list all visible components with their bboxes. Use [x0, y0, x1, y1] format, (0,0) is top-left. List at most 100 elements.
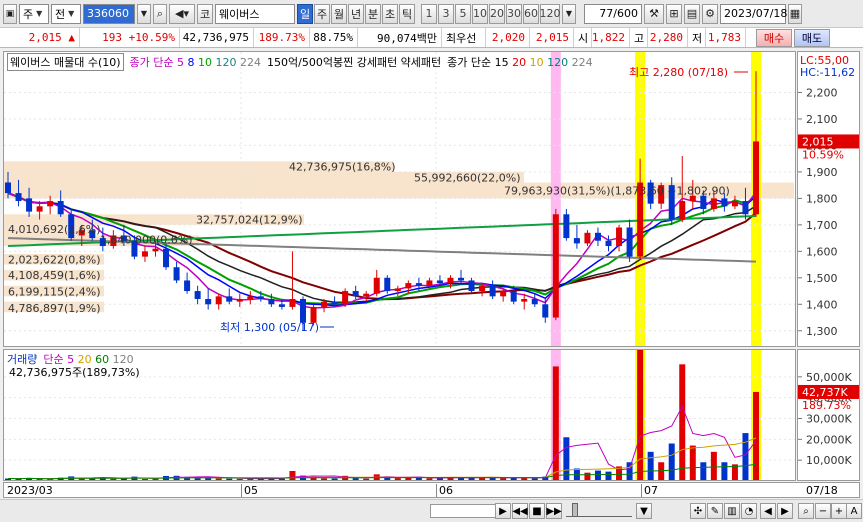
pattern-legend[interactable]: 150억/500억봉찐 강세패턴 약세패턴	[267, 54, 441, 70]
ma-label: 종가 단순	[129, 56, 174, 69]
volume-tick-label: 20,000K	[806, 433, 852, 446]
volume-bar	[689, 445, 696, 480]
count-input[interactable]: 77/600	[584, 3, 642, 24]
interval-button-1[interactable]: 3	[438, 3, 454, 24]
indicator-icon[interactable]: ⚒	[644, 3, 664, 24]
x-label-jul: 07	[641, 484, 658, 497]
search-icon[interactable]: ⌕	[798, 503, 814, 519]
candle-body	[278, 304, 285, 307]
candle-body	[710, 198, 717, 209]
volume-profile-label: 4,786,897(1,9%)	[8, 302, 101, 315]
font-size-icon[interactable]: A	[846, 503, 862, 519]
date-input[interactable]: 2023/07/18	[720, 3, 787, 24]
zoom-slider-handle[interactable]	[572, 503, 578, 517]
pin-icon[interactable]: ◔	[741, 503, 757, 519]
stock-name-field[interactable]: 웨이버스	[215, 3, 295, 24]
crosshair-icon[interactable]: ✣	[690, 503, 706, 519]
volume-bar	[47, 479, 54, 480]
save-icon[interactable]: ▤	[684, 3, 700, 24]
candle-body	[394, 288, 401, 292]
period-tab-1[interactable]: 주	[314, 3, 330, 24]
volume-bar	[668, 443, 675, 480]
volume-bar	[647, 451, 654, 480]
sell-button[interactable]: 매도	[794, 28, 830, 47]
period-tab-5[interactable]: 초	[382, 3, 398, 24]
high-price: 2,280	[648, 28, 688, 47]
interval-button-6[interactable]: 60	[523, 3, 539, 24]
volume-profile-label: 32,757,024(12,9%)	[196, 214, 303, 227]
volume-bar	[552, 366, 559, 480]
interval-button-4[interactable]: 20	[489, 3, 505, 24]
buy-button[interactable]: 매수	[756, 28, 792, 47]
candle-body	[605, 240, 612, 247]
price-chart-pane[interactable]: 42,736,975(16,8%) 55,992,660(22,0%) 79,963…	[3, 51, 796, 347]
interval-button-2[interactable]: 5	[455, 3, 471, 24]
volume-chart-pane[interactable]: 거래량 단순 5 20 60 120 42,736,975주(189,73%)	[3, 349, 796, 481]
price-tick-label: 1,900	[806, 166, 838, 179]
ma-legend[interactable]: 종가 단순 5 8 10 120 224	[130, 54, 261, 70]
volume-profile-label: 42,736,975(16,8%)	[289, 161, 396, 174]
volume-axis-svg: 50,000K40,000K30,000K20,000K10,000K42,73…	[798, 371, 859, 467]
stop-icon[interactable]: ■	[529, 503, 545, 519]
period-tab-3[interactable]: 년	[348, 3, 364, 24]
stock-prefix[interactable]: 코	[197, 3, 213, 24]
sound-icon[interactable]: ◀▾	[169, 3, 195, 24]
candle-body	[742, 201, 749, 215]
forward-icon[interactable]: ▶▶	[546, 503, 562, 519]
period-tab-2[interactable]: 월	[331, 3, 347, 24]
interval-button-0[interactable]: 1	[421, 3, 437, 24]
calendar-icon[interactable]: ▦	[788, 3, 802, 24]
candle-body	[700, 195, 707, 209]
candle-body	[47, 201, 54, 207]
candle-body	[552, 214, 559, 318]
zoom-out-icon[interactable]: −	[815, 503, 831, 519]
interval-button-7[interactable]: 120	[540, 3, 561, 24]
market-select[interactable]: 주 ▼	[19, 3, 49, 24]
hc-label: HC:-11,62	[800, 66, 855, 79]
high-annotation: 최고 2,280 (07/18)	[629, 66, 728, 79]
period-tab-4[interactable]: 분	[365, 3, 381, 24]
volume-bar	[479, 477, 486, 480]
interval-button-5[interactable]: 30	[506, 3, 522, 24]
volume-bar	[626, 462, 633, 480]
period-tab-0[interactable]: 일	[297, 3, 313, 24]
volume-profile-label: 55,992,660(22,0%)	[414, 172, 521, 185]
price-axis[interactable]: LC:55,00HC:-11,622,2002,1002,0001,9001,8…	[797, 51, 860, 347]
candle-body	[331, 301, 338, 305]
price-chart-svg: 42,736,975(16,8%) 55,992,660(22,0%)79,963…	[4, 52, 795, 346]
candle-body	[415, 283, 422, 286]
period-tab-6[interactable]: 틱	[399, 3, 415, 24]
volume-axis[interactable]: 50,000K40,000K30,000K20,000K10,000K42,73…	[797, 349, 860, 481]
stock-code-input[interactable]: 336060	[83, 3, 135, 24]
drawing-icon[interactable]: ✎	[707, 503, 723, 519]
scroll-right-icon[interactable]: ▶	[777, 503, 793, 519]
chart-type-icon[interactable]: ▥	[724, 503, 740, 519]
panel-toggle-icon[interactable]: ▣	[3, 3, 17, 24]
grid-icon[interactable]: ⊞	[666, 3, 682, 24]
legend-title[interactable]: 웨이버스 매물대 수(10)	[7, 53, 124, 71]
scroll-left-icon[interactable]: ◀	[760, 503, 776, 519]
best-ask: 2,020	[486, 28, 530, 47]
search-icon[interactable]: ⌕	[153, 3, 167, 24]
current-price-label: 2,015	[802, 135, 834, 148]
rewind-icon[interactable]: ◀◀	[512, 503, 528, 519]
zoom-in-icon[interactable]: +	[831, 503, 847, 519]
ma15-legend[interactable]: 종가 단순 15 20 10 120 224	[447, 54, 592, 70]
type-select[interactable]: 전 ▼	[51, 3, 81, 24]
market-value: 주	[23, 7, 34, 21]
interval-dropdown-button[interactable]: ▼	[562, 3, 576, 24]
candle-body	[257, 296, 264, 299]
volume-bar	[363, 478, 370, 480]
candle-body	[36, 206, 43, 212]
interval-button-3[interactable]: 10	[472, 3, 488, 24]
priority-label: 최우선	[442, 28, 486, 47]
scroll-right-icon[interactable]: ▶	[495, 503, 511, 519]
candle-body	[405, 283, 412, 289]
bottom-controls: ▶ ◀◀ ■ ▶▶ ▼ ✣ ✎ ▥ ◔ ◀ ▶ ⌕ − + A	[0, 499, 863, 522]
volume-bar	[205, 477, 212, 480]
gear-icon[interactable]: ⚙	[702, 3, 718, 24]
code-dropdown-button[interactable]: ▼	[137, 3, 151, 24]
ma10: 10	[198, 56, 213, 69]
volume-tick-label: 30,000K	[806, 413, 852, 426]
chevron-down-icon[interactable]: ▼	[636, 503, 652, 519]
